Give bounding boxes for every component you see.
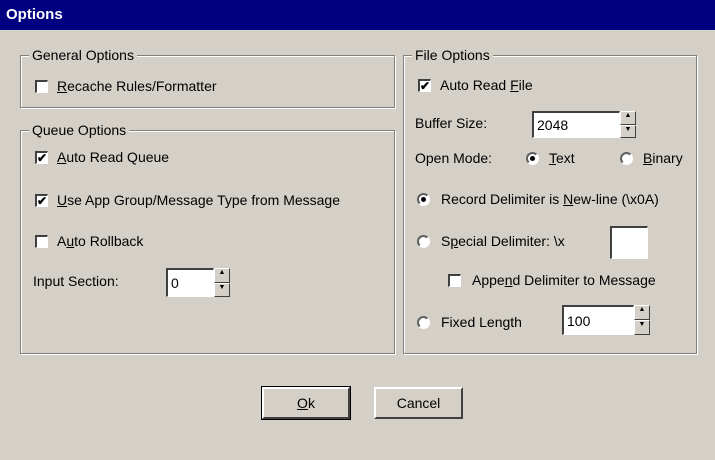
- auto-read-queue-checkbox[interactable]: ✔: [35, 151, 48, 164]
- use-app-group-label[interactable]: Use App Group/Message Type from Message: [57, 192, 340, 209]
- fixed-length-spinner[interactable]: ▲ ▼: [634, 305, 650, 335]
- spin-down-icon[interactable]: ▼: [214, 282, 230, 297]
- auto-rollback-label[interactable]: Auto Rollback: [57, 233, 143, 250]
- spin-down-icon[interactable]: ▼: [634, 320, 650, 335]
- open-mode-text-radio[interactable]: [526, 152, 539, 165]
- fixed-length-label[interactable]: Fixed Length: [441, 314, 522, 331]
- special-delimiter-field[interactable]: [610, 226, 648, 259]
- auto-read-queue-label[interactable]: Auto Read Queue: [57, 149, 169, 166]
- auto-read-file-checkbox[interactable]: ✔: [418, 79, 431, 92]
- input-section-field[interactable]: [166, 268, 214, 297]
- fixed-length-field[interactable]: [562, 305, 634, 335]
- use-app-group-checkbox[interactable]: ✔: [35, 194, 48, 207]
- special-delimiter-radio[interactable]: [417, 235, 430, 248]
- spin-up-icon[interactable]: ▲: [214, 268, 230, 283]
- recache-checkbox[interactable]: [35, 80, 48, 93]
- special-delimiter-label[interactable]: Special Delimiter: \x: [441, 233, 565, 250]
- record-delimiter-label[interactable]: Record Delimiter is New-line (\x0A): [441, 191, 659, 208]
- fixed-length-radio[interactable]: [417, 316, 430, 329]
- auto-rollback-checkbox[interactable]: [35, 235, 48, 248]
- input-section-spinner[interactable]: ▲ ▼: [214, 268, 230, 297]
- spin-up-icon[interactable]: ▲: [620, 111, 636, 125]
- file-options-title: File Options: [412, 47, 493, 63]
- open-mode-binary-label[interactable]: Binary: [643, 150, 683, 167]
- queue-options-title: Queue Options: [29, 122, 130, 138]
- ok-button[interactable]: Ok: [261, 386, 351, 420]
- spin-up-icon[interactable]: ▲: [634, 305, 650, 320]
- buffer-size-field[interactable]: [532, 111, 620, 138]
- auto-read-file-label[interactable]: Auto Read File: [440, 77, 533, 94]
- open-mode-text-label[interactable]: Text: [549, 150, 575, 167]
- append-delimiter-label[interactable]: Append Delimiter to Message: [472, 272, 656, 289]
- open-mode-label: Open Mode:: [415, 150, 493, 166]
- input-section-label: Input Section:: [33, 273, 119, 289]
- buffer-size-label: Buffer Size:: [415, 115, 488, 131]
- append-delimiter-checkbox[interactable]: [448, 274, 461, 287]
- window-title: Options: [0, 0, 715, 30]
- open-mode-binary-radio[interactable]: [620, 152, 633, 165]
- record-delimiter-radio[interactable]: [417, 193, 430, 206]
- recache-label[interactable]: Recache Rules/Formatter: [57, 78, 217, 95]
- buffer-size-spinner[interactable]: ▲ ▼: [620, 111, 636, 138]
- cancel-button[interactable]: Cancel: [374, 387, 463, 419]
- general-options-title: General Options: [29, 47, 137, 63]
- spin-down-icon[interactable]: ▼: [620, 124, 636, 138]
